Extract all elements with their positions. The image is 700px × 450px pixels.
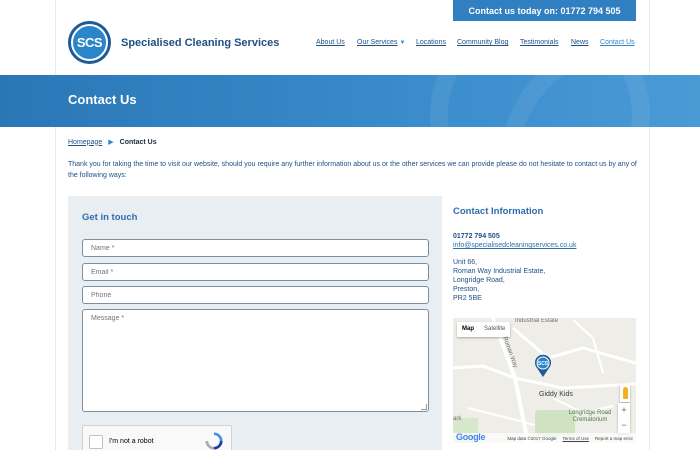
map-label-crematorium: Longridge Road Crematorium [568,410,612,423]
google-logo: Google [456,432,486,442]
map-type-map-button[interactable]: Map [457,322,479,337]
nav-about-us[interactable]: About Us [316,39,345,46]
brand-name[interactable]: Specialised Cleaning Services [121,37,279,49]
breadcrumb-current: Contact Us [119,138,157,146]
address-line: Unit 66, [453,259,478,266]
email-input[interactable] [82,263,429,281]
map-label-park: ark [453,416,462,422]
recaptcha-widget: I'm not a robot [82,425,232,450]
google-map[interactable]: Map Satellite Industrial Estate Roman Wa… [453,318,636,443]
nav-testimonials[interactable]: Testimonials [520,39,559,46]
nav-news[interactable]: News [571,39,589,46]
nav-contact-us[interactable]: Contact Us [600,39,635,46]
recaptcha-logo-icon [205,432,223,450]
resize-handle-icon[interactable] [421,404,427,410]
map-type-satellite-button[interactable]: Satellite [479,322,510,337]
google-logo-text: Google [456,432,486,442]
message-wrap [82,309,429,412]
zoom-in-button[interactable]: + [621,403,626,418]
zoom-out-button[interactable]: − [621,418,626,433]
nav-our-services-wrap[interactable]: Our Services ▼ [357,39,405,46]
phone-input[interactable] [82,286,429,304]
address-line: Roman Way Industrial Estate, [453,268,546,275]
name-input[interactable] [82,239,429,257]
nav-locations[interactable]: Locations [416,39,446,46]
address-line: PR2 5BE [453,295,482,302]
logo-text: SCS [71,24,108,61]
map-label-giddy-kids: Giddy Kids [539,391,573,398]
scs-logo[interactable]: SCS [68,21,111,64]
breadcrumb-arrow-icon: ▶ [108,139,114,146]
breadcrumb: Homepage ▶ Contact Us [68,138,157,147]
map-label-industrial: Industrial Estate [515,318,559,324]
breadcrumb-home-link[interactable]: Homepage [68,139,102,146]
recaptcha-checkbox[interactable] [89,435,103,449]
banner-decoration [500,75,700,127]
nav-our-services[interactable]: Our Services [357,39,397,46]
contact-info-title: Contact Information [453,206,544,217]
nav-community-blog[interactable]: Community Blog [457,39,508,46]
page-title: Contact Us [68,92,137,107]
contact-phone[interactable]: 01772 794 505 [453,233,500,240]
map-report-error-link[interactable]: Report a map error [595,436,633,441]
recaptcha-label: I'm not a robot [109,438,154,445]
message-textarea[interactable] [82,309,429,412]
contact-email-link[interactable]: info@specialisedcleaningservices.co.uk [453,242,576,249]
address-line: Preston, [453,286,480,293]
map-terms-link[interactable]: Terms of Use [562,436,589,441]
dropdown-caret-icon[interactable]: ▼ [399,40,405,46]
map-zoom-control: + − [618,403,630,433]
intro-text: Thank you for taking the time to visit o… [68,161,637,179]
street-view-pegman-icon[interactable] [620,384,630,402]
map-pin-icon[interactable]: SCS [533,354,553,378]
header-phone-banner[interactable]: Contact us today on: 01772 794 505 [453,0,636,21]
address-line: Longridge Road, [453,277,505,284]
map-pin-text: SCS [538,361,549,367]
map-type-toggle: Map Satellite [457,322,511,337]
map-data-attribution: Map data ©2017 Google [507,435,557,441]
form-title: Get in touch [82,212,138,223]
